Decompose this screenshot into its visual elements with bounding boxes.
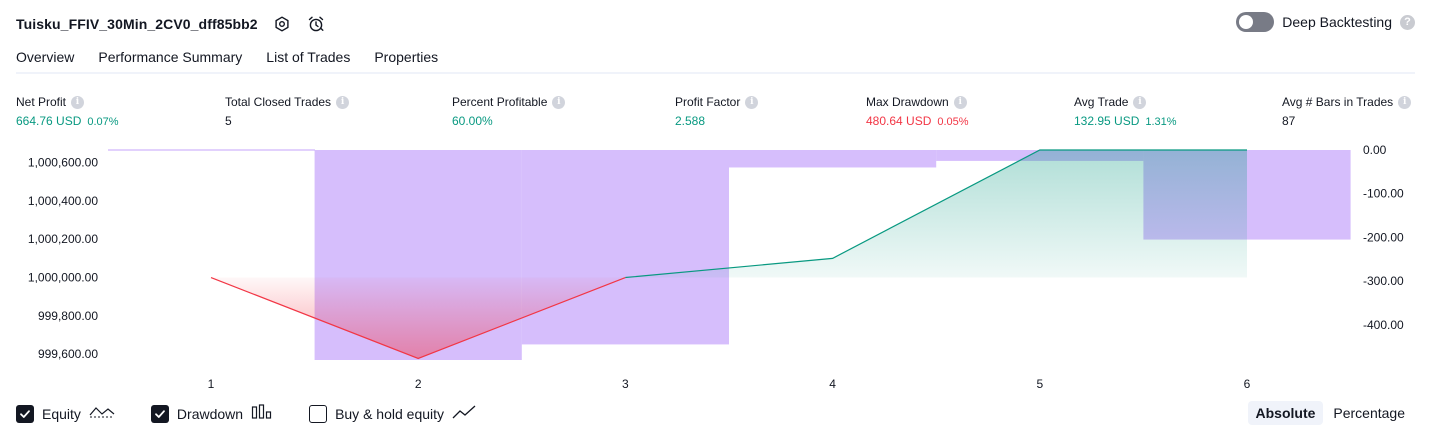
metric-label: Profit Factor (675, 95, 741, 109)
deep-backtesting-label: Deep Backtesting (1282, 14, 1392, 30)
buy-hold-checkbox[interactable] (309, 404, 328, 423)
info-icon[interactable]: i (1398, 95, 1412, 109)
chart-legend: Equity Drawdown Buy & hold equity (16, 403, 476, 424)
left-axis: 1,000,600.00 1,000,400.00 1,000,200.00 1,00… (28, 155, 98, 361)
metric-label: Avg # Bars in Trades (1282, 95, 1394, 109)
right-axis-tick: -100.00 (1363, 187, 1404, 201)
legend-equity[interactable]: Equity (16, 403, 115, 424)
metric-value: 664.76 USD (16, 114, 82, 128)
legend-label: Equity (42, 405, 81, 422)
metric-percent-profitable: Percent Profitable i 60.00% (452, 94, 566, 128)
strategy-title: Tuisku_FFIV_30Min_2CV0_dff85bb2 (16, 16, 258, 32)
equity-checkbox[interactable] (16, 404, 34, 423)
metric-value: 60.00% (452, 114, 493, 128)
left-axis-tick: 1,000,400.00 (28, 194, 98, 208)
strategy-header: Tuisku_FFIV_30Min_2CV0_dff85bb2 (16, 10, 326, 38)
right-axis-tick: 0.00 (1363, 143, 1387, 157)
metric-value: 5 (225, 114, 232, 128)
x-axis-tick: 2 (415, 377, 422, 391)
metric-label: Avg Trade (1074, 95, 1129, 109)
metric-avg-trade: Avg Trade i 132.95 USD 1.31% (1074, 94, 1177, 128)
metric-label: Max Drawdown (866, 95, 949, 109)
info-icon[interactable]: i (745, 95, 759, 109)
equity-line-icon (89, 403, 115, 424)
left-axis-tick: 999,800.00 (38, 309, 98, 323)
deep-backtesting: Deep Backtesting ? (1236, 12, 1415, 32)
metric-max-drawdown: Max Drawdown i 480.64 USD 0.05% (866, 94, 969, 128)
legend-drawdown[interactable]: Drawdown (150, 403, 273, 424)
right-axis-tick: -400.00 (1363, 318, 1404, 332)
right-axis-tick: -300.00 (1363, 274, 1404, 288)
scale-toggle: Absolute Percentage (1247, 401, 1414, 425)
legend-buy-hold[interactable]: Buy & hold equity (309, 403, 476, 424)
metric-net-profit: Net Profit i 664.76 USD 0.07% (16, 94, 119, 128)
tab-performance-summary[interactable]: Performance Summary (98, 44, 242, 74)
tab-list-of-trades[interactable]: List of Trades (266, 44, 350, 74)
x-axis: 1 2 3 4 5 6 (208, 377, 1251, 391)
metric-value: 480.64 USD (866, 114, 932, 128)
info-icon[interactable]: i (552, 95, 566, 109)
equity-drawdown-chart[interactable]: 1,000,600.00 1,000,400.00 1,000,200.00 1,00… (0, 140, 1431, 395)
x-axis-tick: 6 (1244, 377, 1251, 391)
tabs-divider (16, 72, 1415, 74)
right-axis-tick: -200.00 (1363, 230, 1404, 244)
left-axis-tick: 1,000,600.00 (28, 155, 98, 169)
drawdown-bars-icon (251, 403, 273, 424)
left-axis-tick: 1,000,000.00 (28, 271, 98, 285)
metric-total-closed-trades: Total Closed Trades i 5 (225, 94, 350, 128)
metric-label: Total Closed Trades (225, 95, 332, 109)
metric-label: Net Profit (16, 95, 67, 109)
metric-profit-factor: Profit Factor i 2.588 (675, 94, 759, 128)
metric-sub-value: 1.31% (1145, 116, 1177, 128)
x-axis-tick: 5 (1036, 377, 1043, 391)
info-icon[interactable]: i (336, 95, 350, 109)
tab-overview[interactable]: Overview (16, 44, 74, 74)
drawdown-checkbox[interactable] (150, 404, 169, 423)
left-axis-tick: 999,600.00 (38, 347, 98, 361)
metric-value: 87 (1282, 114, 1296, 128)
right-axis: 0.00 -100.00 -200.00 -300.00 -400.00 (1363, 143, 1404, 332)
metric-sub-value: 0.05% (937, 116, 969, 128)
x-axis-tick: 3 (622, 377, 629, 391)
deep-backtesting-toggle[interactable] (1236, 12, 1275, 32)
help-icon[interactable]: ? (1400, 14, 1415, 30)
info-icon[interactable]: i (1133, 95, 1147, 109)
legend-label: Buy & hold equity (335, 405, 445, 422)
drawdown-bar (729, 150, 937, 168)
buy-hold-line-icon (452, 403, 476, 424)
tab-properties[interactable]: Properties (374, 44, 438, 74)
gear-icon[interactable] (272, 14, 292, 34)
x-axis-tick: 1 (208, 377, 215, 391)
left-axis-tick: 1,000,200.00 (28, 232, 98, 246)
alarm-clock-icon[interactable] (306, 14, 326, 34)
toggle-knob (1239, 15, 1254, 29)
absolute-button[interactable]: Absolute (1247, 401, 1324, 425)
metric-value: 132.95 USD (1074, 114, 1140, 128)
info-icon[interactable]: i (71, 95, 85, 109)
drawdown-bar (521, 150, 729, 345)
legend-label: Drawdown (176, 405, 244, 422)
metric-avg-bars-in-trades: Avg # Bars in Trades i 87 (1282, 94, 1412, 128)
metric-sub-value: 0.07% (87, 116, 119, 128)
metric-value: 2.588 (675, 114, 706, 128)
percentage-button[interactable]: Percentage (1325, 401, 1413, 425)
x-axis-tick: 4 (829, 377, 836, 391)
info-icon[interactable]: i (953, 95, 967, 109)
metric-label: Percent Profitable (452, 95, 548, 109)
